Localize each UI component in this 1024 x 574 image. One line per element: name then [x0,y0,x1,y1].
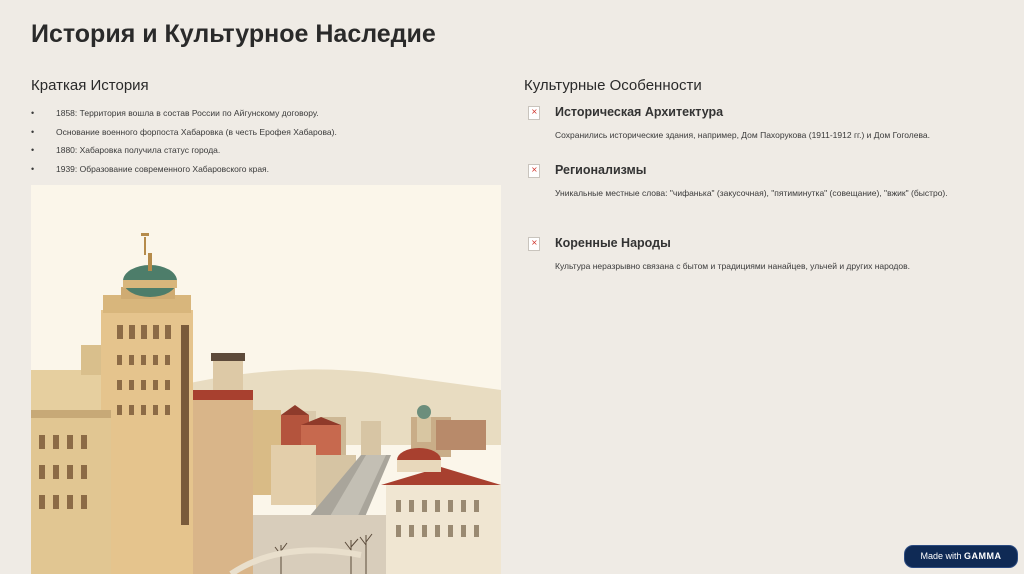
list-item-text: Основание военного форпоста Хабаровка (в… [56,126,337,137]
feature-text: Сохранились исторические здания, наприме… [555,130,930,140]
list-item: • 1939: Образование современного Хабаровс… [31,160,491,179]
list-item-text: 1858: Территория вошла в состав России п… [56,108,319,118]
feature-text: Культура неразрывно связана с бытом и тр… [555,261,910,271]
history-heading: Краткая История [31,77,149,94]
city-illustration [31,185,501,574]
feature-title: Коренные Народы [555,236,671,250]
bullet-icon: • [31,163,35,174]
culture-heading: Культурные Особенности [524,77,702,94]
broken-image-icon [528,237,540,251]
list-item-text: 1939: Образование современного Хабаровск… [56,163,270,174]
list-item: • 1858: Территория вошла в состав России … [31,104,491,123]
feature-title: Историческая Архитектура [555,105,724,119]
bullet-icon: • [31,108,35,118]
broken-image-icon [528,106,540,120]
list-item: • 1880: Хабаровка получила статус города. [31,141,491,160]
broken-image-icon [528,164,540,178]
bullet-icon: • [31,145,35,155]
slide-title: История и Культурное Наследие [31,20,436,48]
badge-prefix: Made with [920,551,962,561]
feature-text: Уникальные местные слова: "чифанька" (за… [555,188,948,198]
made-with-gamma-badge[interactable]: Made with GAMMA [905,546,1017,567]
bullet-icon: • [31,126,35,137]
gamma-logo: GAMMA [964,551,1002,561]
feature-title: Регионализмы [555,163,647,177]
list-item-text: 1880: Хабаровка получила статус города. [56,145,221,155]
list-item: • Основание военного форпоста Хабаровка (… [31,123,491,142]
history-list: • 1858: Территория вошла в состав России … [31,104,491,178]
